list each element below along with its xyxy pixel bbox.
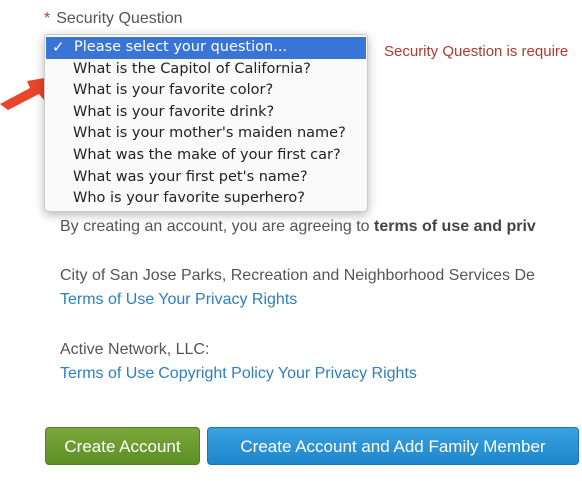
dropdown-option[interactable]: Who is your favorite superhero? (45, 188, 367, 210)
sanjose-policy-title: City of San Jose Parks, Recreation and N… (60, 267, 535, 284)
security-question-dropdown[interactable]: ✓ Please select your question... What is… (44, 34, 368, 212)
create-account-button[interactable]: Create Account (45, 427, 200, 465)
security-question-label: * Security Question (44, 10, 183, 28)
security-question-label-text: Security Question (56, 10, 183, 27)
active-terms-link[interactable]: Terms of Use (60, 365, 154, 382)
active-copyright-link[interactable]: Copyright Policy (158, 365, 274, 382)
active-privacy-link[interactable]: Your Privacy Rights (278, 365, 417, 382)
checkmark-icon: ✓ (52, 38, 65, 56)
dropdown-option-selected[interactable]: ✓ Please select your question... (46, 37, 366, 59)
required-marker: * (44, 10, 51, 27)
active-network-links: Terms of Use Copyright Policy Your Privacy… (60, 365, 421, 383)
option-label: Please select your question... (74, 39, 288, 55)
agreement-bold: terms of use and priv (373, 218, 536, 235)
agreement-prefix: By creating an account, you are agreeing… (60, 218, 374, 235)
dropdown-option[interactable]: What was the make of your first car? (45, 145, 367, 167)
sanjose-privacy-link[interactable]: Your Privacy Rights (158, 291, 297, 308)
sanjose-policy-links: Terms of Use Your Privacy Rights (60, 291, 301, 309)
security-question-error: Security Question is require (384, 43, 569, 60)
dropdown-option[interactable]: What is your favorite color? (45, 80, 367, 102)
dropdown-option[interactable]: What is the Capitol of California? (45, 59, 367, 81)
create-account-family-button[interactable]: Create Account and Add Family Member (207, 427, 579, 465)
sanjose-terms-link[interactable]: Terms of Use (60, 291, 154, 308)
active-network-title: Active Network, LLC: (60, 341, 210, 358)
dropdown-option[interactable]: What is your mother's maiden name? (45, 123, 367, 145)
terms-agreement-text: By creating an account, you are agreeing… (60, 218, 536, 236)
dropdown-option[interactable]: What is your favorite drink? (45, 102, 367, 124)
dropdown-option[interactable]: What was your first pet's name? (45, 167, 367, 189)
